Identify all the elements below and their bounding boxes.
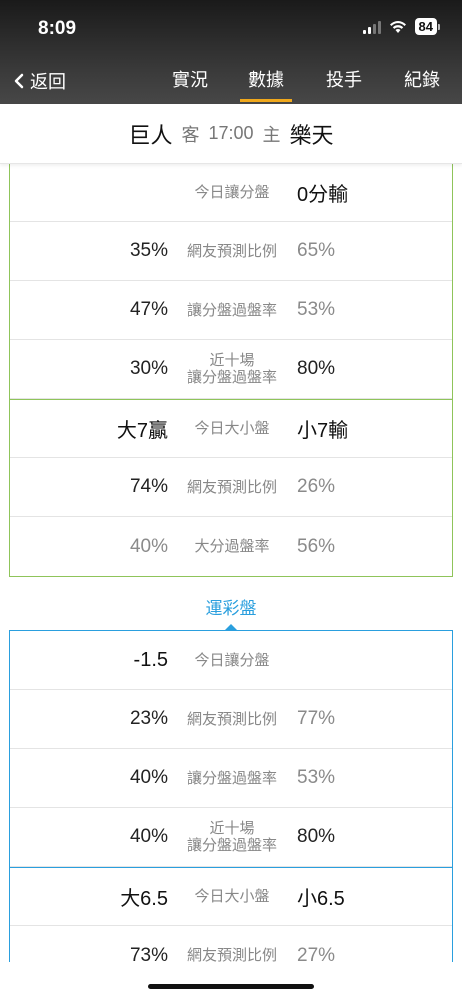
scroll-content[interactable]: 今日讓分盤 0分輸 35% 網友預測比例 65% 47% 讓分盤過盤率 53% …	[0, 164, 462, 962]
row-right-value: 80%	[297, 358, 336, 379]
row-total-prediction: 74% 網友預測比例 26%	[10, 458, 452, 517]
row-total-prediction: 73% 網友預測比例 27%	[10, 926, 452, 963]
row-spread: -1.5 今日讓分盤	[10, 631, 452, 690]
row-over-rate: 40% 大分過盤率 56%	[10, 517, 452, 576]
row-last10-cover: 40% 近十場 讓分盤過盤率 80%	[10, 808, 452, 867]
odds-panel-1: 今日讓分盤 0分輸 35% 網友預測比例 65% 47% 讓分盤過盤率 53% …	[9, 164, 453, 577]
row-label: 近十場 讓分盤過盤率	[186, 352, 277, 386]
home-team: 樂天	[289, 122, 334, 148]
row-label: 網友預測比例	[186, 947, 277, 962]
row-left-value: -1.5	[133, 648, 168, 671]
row-label: 今日大小盤	[194, 888, 270, 905]
row-left-value: 40%	[129, 767, 168, 788]
row-left-value: 30%	[129, 358, 168, 379]
row-left-value: 大7贏	[116, 420, 168, 442]
game-time: 17:00	[208, 123, 254, 143]
row-cover-rate: 47% 讓分盤過盤率 53%	[10, 281, 452, 340]
row-right-value: 53%	[297, 767, 336, 788]
row-label: 今日讓分盤	[194, 183, 270, 201]
row-label: 網友預測比例	[186, 710, 277, 728]
status-icons: 84	[362, 18, 440, 35]
row-left-value: 大6.5	[120, 888, 168, 910]
app-screen: 8:09 84 返回 實況 數據 投手 紀錄 巨人 客 17:00 主 樂天 今…	[0, 0, 462, 1000]
row-total: 大6.5 今日大小盤 小6.5	[10, 867, 452, 926]
row-label: 讓分盤過盤率	[186, 769, 277, 787]
top-bar: 8:09 84 返回 實況 數據 投手 紀錄	[0, 0, 462, 104]
row-right-value: 56%	[297, 535, 336, 557]
odds-panel-2: -1.5 今日讓分盤 23% 網友預測比例 77% 40% 讓分盤過盤率 53%…	[9, 630, 453, 962]
row-last10-cover: 30% 近十場 讓分盤過盤率 80%	[10, 340, 452, 399]
row-right-value: 77%	[297, 708, 336, 729]
home-indicator[interactable]	[148, 984, 314, 989]
row-right-value: 27%	[297, 944, 336, 963]
status-time: 8:09	[38, 18, 77, 39]
row-label: 大分過盤率	[194, 538, 270, 555]
tab-bar: 實況 數據 投手 紀錄	[0, 66, 462, 104]
row-right-value: 0分輸	[297, 183, 349, 206]
away-tag: 客	[181, 124, 200, 145]
row-total: 大7贏 今日大小盤 小7輸	[10, 399, 452, 458]
tab-records[interactable]: 紀錄	[404, 66, 440, 104]
battery-icon: 84	[414, 18, 440, 35]
row-label: 今日讓分盤	[194, 651, 270, 669]
row-cover-rate: 40% 讓分盤過盤率 53%	[10, 749, 452, 808]
row-left-value: 40%	[129, 535, 168, 557]
row-left-value: 73%	[129, 944, 168, 963]
row-right-value: 26%	[297, 476, 336, 497]
tab-pitchers[interactable]: 投手	[326, 66, 362, 104]
row-label: 近十場 讓分盤過盤率	[186, 820, 277, 854]
row-right-value: 53%	[297, 299, 336, 320]
row-label: 網友預測比例	[186, 478, 277, 496]
row-spread: 今日讓分盤 0分輸	[10, 164, 452, 222]
tab-stats[interactable]: 數據	[240, 66, 292, 104]
row-label: 網友預測比例	[186, 242, 277, 260]
row-prediction: 23% 網友預測比例 77%	[10, 690, 452, 749]
row-right-value: 小6.5	[297, 888, 345, 910]
matchup-header: 巨人 客 17:00 主 樂天	[0, 104, 462, 164]
row-label: 讓分盤過盤率	[186, 301, 277, 319]
row-left-value: 23%	[129, 708, 168, 729]
row-right-value: 65%	[297, 240, 336, 261]
wifi-icon	[389, 20, 406, 33]
row-left-value: 35%	[129, 240, 168, 261]
tab-live[interactable]: 實況	[172, 66, 208, 104]
section-title-sports-lottery: 運彩盤	[205, 599, 257, 618]
signal-icon	[362, 20, 381, 34]
row-label: 今日大小盤	[194, 420, 270, 437]
row-left-value: 40%	[129, 826, 168, 847]
row-right-value: 小7輸	[297, 420, 349, 442]
battery-level: 84	[414, 18, 437, 35]
home-tag: 主	[262, 124, 281, 145]
row-left-value: 47%	[129, 299, 168, 320]
away-team: 巨人	[128, 122, 173, 148]
row-right-value: 80%	[297, 826, 336, 847]
row-prediction: 35% 網友預測比例 65%	[10, 222, 452, 281]
row-left-value: 74%	[129, 476, 168, 497]
